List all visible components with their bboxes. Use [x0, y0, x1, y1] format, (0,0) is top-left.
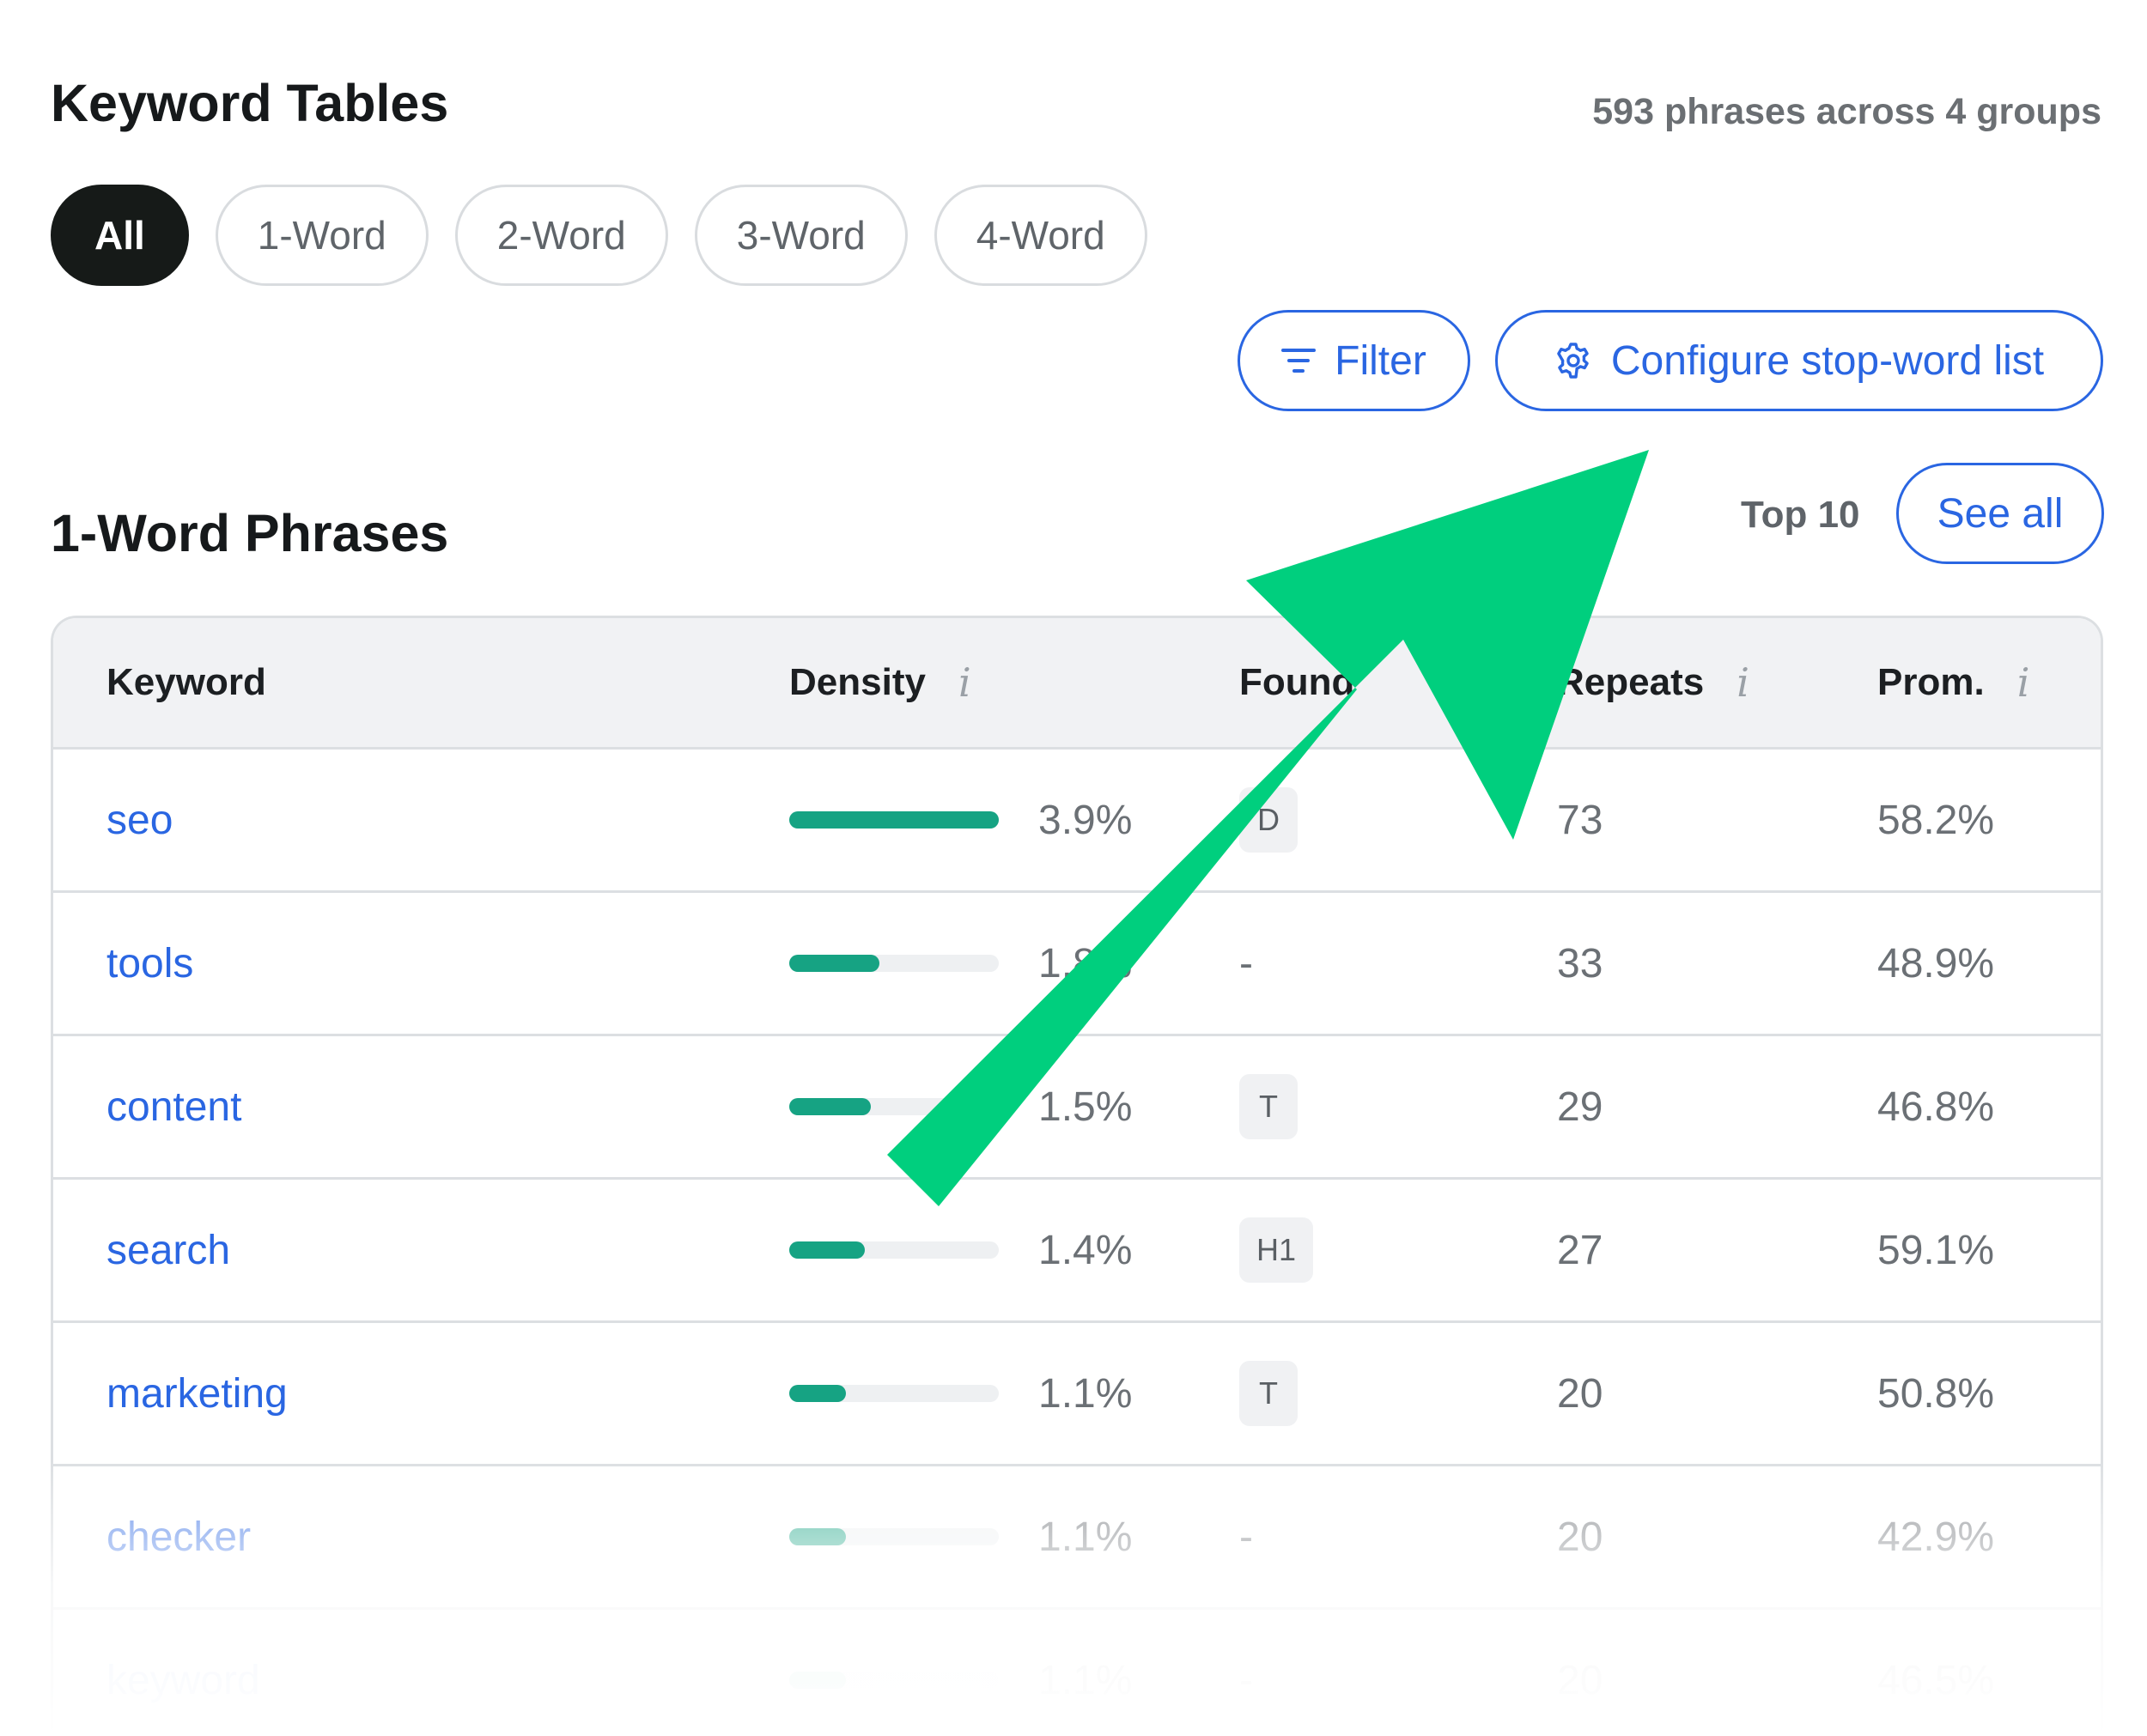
tab-4-word[interactable]: 4-Word: [934, 185, 1147, 286]
prom-value: 46.5%: [1877, 1657, 1995, 1703]
column-keyword-label: Keyword: [106, 661, 266, 703]
page-title: Keyword Tables: [51, 74, 449, 132]
info-icon[interactable]: i: [2017, 659, 2030, 706]
density-value: 3.9%: [1038, 797, 1133, 843]
column-repeats-label: Repeats: [1557, 661, 1705, 703]
table-row[interactable]: search 1.4% H1 27 59.1%: [53, 1180, 2101, 1323]
density-bar-fill: [789, 955, 879, 972]
column-density[interactable]: Density i: [789, 618, 971, 747]
found-badge: H1: [1239, 1217, 1314, 1283]
density-bar: [789, 1672, 999, 1689]
density-bar-fill: [789, 1098, 872, 1115]
column-found[interactable]: Found: [1239, 618, 1354, 747]
found-cell: H1: [1239, 1180, 1314, 1320]
tab-all[interactable]: All: [51, 185, 189, 286]
repeats-value: 20: [1557, 1370, 1603, 1417]
see-all-button[interactable]: See all: [1896, 463, 2104, 564]
column-prom[interactable]: Prom. i: [1877, 618, 2029, 747]
repeats-value: 20: [1557, 1514, 1603, 1560]
see-all-label: See all: [1937, 490, 2064, 537]
section-title: 1-Word Phrases: [51, 504, 449, 562]
prom-value: 46.8%: [1877, 1083, 1995, 1130]
info-icon[interactable]: i: [1736, 659, 1749, 706]
repeats-value: 27: [1557, 1227, 1603, 1273]
density-value: 1.1%: [1038, 1657, 1133, 1703]
found-cell: D: [1239, 750, 1298, 890]
density-bar: [789, 1385, 999, 1402]
configure-stop-word-list-button[interactable]: Configure stop-word list: [1495, 310, 2103, 411]
density-value: 1.5%: [1038, 1083, 1133, 1130]
repeats-value: 33: [1557, 940, 1603, 986]
tab-3-word[interactable]: 3-Word: [694, 185, 908, 286]
density-bar: [789, 1241, 999, 1259]
table-row[interactable]: content 1.5% T 29 46.8%: [53, 1036, 2101, 1180]
prom-value: 50.8%: [1877, 1370, 1995, 1417]
found-cell: T: [1239, 1036, 1298, 1177]
density-bar-fill: [789, 811, 999, 829]
column-repeats[interactable]: Repeats i: [1557, 618, 1749, 747]
density-value: 1.1%: [1038, 1514, 1133, 1560]
column-keyword[interactable]: Keyword: [106, 618, 266, 747]
table-row[interactable]: keyword 1.1% - 20 46.5%: [53, 1610, 2101, 1732]
density-bar-fill: [789, 1241, 865, 1259]
found-cell: T: [1239, 1323, 1298, 1464]
keyword-link[interactable]: content: [106, 1036, 241, 1177]
density-value: 1.8%: [1038, 940, 1133, 986]
gear-icon: [1554, 342, 1592, 379]
table-row[interactable]: seo 3.9% D 73 58.2%: [53, 750, 2101, 893]
density-bar: [789, 1098, 999, 1115]
keyword-link[interactable]: keyword: [106, 1610, 260, 1732]
density-value: 1.1%: [1038, 1370, 1133, 1417]
found-badge: T: [1239, 1361, 1298, 1426]
tab-1-word[interactable]: 1-Word: [215, 185, 429, 286]
repeats-value: 29: [1557, 1083, 1603, 1130]
density-bar: [789, 811, 999, 829]
keyword-link[interactable]: tools: [106, 893, 193, 1034]
configure-label: Configure stop-word list: [1610, 337, 2045, 384]
top-count-label: Top 10: [1741, 494, 1860, 536]
found-value: -: [1239, 1514, 1253, 1560]
keyword-link[interactable]: marketing: [106, 1323, 288, 1464]
column-density-label: Density: [789, 661, 926, 703]
column-prom-label: Prom.: [1877, 661, 1985, 703]
keyword-link[interactable]: search: [106, 1180, 230, 1320]
keyword-table: Keyword Density i Found Repeats i Prom. …: [51, 616, 2103, 1732]
filter-button[interactable]: Filter: [1238, 310, 1470, 411]
density-bar: [789, 1528, 999, 1545]
tab-2-word[interactable]: 2-Word: [454, 185, 668, 286]
prom-value: 42.9%: [1877, 1514, 1995, 1560]
density-bar-fill: [789, 1672, 846, 1689]
keyword-link[interactable]: seo: [106, 750, 173, 890]
phrase-summary: 593 phrases across 4 groups: [1592, 91, 2101, 132]
info-icon[interactable]: i: [958, 659, 971, 706]
repeats-value: 73: [1557, 797, 1603, 843]
filter-label: Filter: [1335, 337, 1426, 384]
prom-value: 59.1%: [1877, 1227, 1995, 1273]
filter-icon: [1281, 345, 1317, 376]
found-badge: T: [1239, 1074, 1298, 1139]
density-value: 1.4%: [1038, 1227, 1133, 1273]
table-row[interactable]: marketing 1.1% T 20 50.8%: [53, 1323, 2101, 1466]
found-value: -: [1239, 940, 1253, 986]
table-header: Keyword Density i Found Repeats i Prom. …: [53, 618, 2101, 750]
density-bar: [789, 955, 999, 972]
keyword-link[interactable]: checker: [106, 1466, 251, 1607]
found-value: -: [1239, 1657, 1253, 1703]
table-row[interactable]: tools 1.8% - 33 48.9%: [53, 893, 2101, 1036]
repeats-value: 20: [1557, 1657, 1603, 1703]
found-badge: D: [1239, 787, 1298, 853]
prom-value: 48.9%: [1877, 940, 1995, 986]
tab-bar: All 1-Word 2-Word 3-Word 4-Word: [51, 185, 1147, 286]
density-bar-fill: [789, 1528, 846, 1545]
table-row[interactable]: checker 1.1% - 20 42.9%: [53, 1466, 2101, 1610]
prom-value: 58.2%: [1877, 797, 1995, 843]
column-found-label: Found: [1239, 661, 1355, 703]
density-bar-fill: [789, 1385, 846, 1402]
